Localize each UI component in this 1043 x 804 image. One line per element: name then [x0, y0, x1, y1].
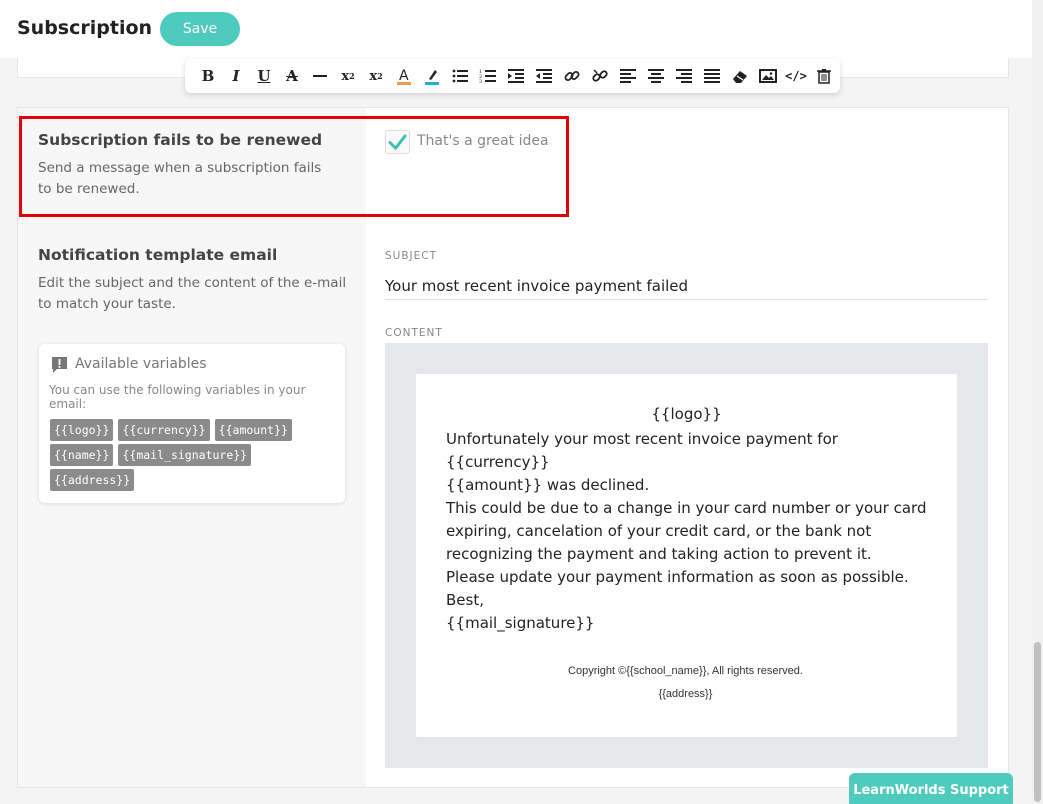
content-label: CONTENT — [385, 327, 443, 339]
code-icon[interactable]: </> — [782, 62, 810, 90]
italic-icon[interactable]: I — [222, 62, 250, 90]
template-section-title: Notification template email — [38, 246, 278, 264]
email-logo-placeholder: {{logo}} — [651, 405, 722, 423]
subscript-icon[interactable]: x2 — [334, 62, 362, 90]
superscript-icon[interactable]: x2 — [362, 62, 390, 90]
align-right-icon[interactable] — [670, 62, 698, 90]
email-line: Best, — [446, 591, 484, 609]
subject-input[interactable] — [385, 272, 988, 300]
variable-chip-amount[interactable]: {{amount}} — [214, 419, 292, 441]
content-editor[interactable]: {{logo}} Unfortunately your most recent … — [385, 343, 988, 768]
email-line: Please update your payment information a… — [446, 568, 909, 586]
editor-toolbar: B I U A x2 x2 A 123 </> — [185, 59, 840, 93]
email-line: {{amount}} was declined. — [446, 476, 650, 494]
indent-icon[interactable] — [502, 62, 530, 90]
save-button[interactable]: Save — [160, 12, 240, 46]
bold-icon[interactable]: B — [194, 62, 222, 90]
email-preview-card[interactable]: {{logo}} Unfortunately your most recent … — [416, 374, 957, 737]
svg-text:3: 3 — [479, 79, 482, 85]
strikethrough-icon[interactable]: A — [278, 62, 306, 90]
eraser-icon[interactable] — [726, 62, 754, 90]
trash-icon[interactable] — [810, 62, 838, 90]
variables-title: Available variables — [75, 356, 207, 372]
variable-chip-address[interactable]: {{address}} — [50, 469, 135, 491]
underline-icon[interactable]: U — [250, 62, 278, 90]
svg-text:A: A — [399, 68, 409, 84]
email-copyright: Copyright ©{{school_name}}, All rights r… — [568, 665, 803, 677]
outdent-icon[interactable] — [530, 62, 558, 90]
email-address: {{address}} — [658, 688, 713, 700]
highlight-annotation-box — [19, 116, 569, 217]
subject-label: SUBJECT — [385, 250, 438, 262]
link-icon[interactable] — [558, 62, 586, 90]
email-line: recognizing the payment and taking actio… — [446, 545, 872, 563]
align-left-icon[interactable] — [614, 62, 642, 90]
email-line: Unfortunately your most recent invoice p… — [446, 430, 838, 471]
text-color-icon[interactable]: A — [390, 62, 418, 90]
scrollbar-thumb[interactable] — [1034, 642, 1041, 802]
image-icon[interactable] — [754, 62, 782, 90]
email-line: expiring, cancelation of your credit car… — [446, 522, 872, 540]
email-line: This could be due to a change in your ca… — [446, 499, 927, 517]
email-body[interactable]: Unfortunately your most recent invoice p… — [446, 428, 946, 635]
horizontal-rule-icon[interactable] — [306, 62, 334, 90]
variables-description: You can use the following variables in y… — [49, 383, 306, 411]
page-scrollbar[interactable] — [1032, 0, 1043, 804]
unlink-icon[interactable] — [586, 62, 614, 90]
variable-chip-name[interactable]: {{name}} — [50, 444, 114, 466]
available-variables-card: Available variables You can use the foll… — [39, 344, 345, 503]
page-title: Subscription — [17, 17, 153, 39]
align-justify-icon[interactable] — [698, 62, 726, 90]
message-alert-icon — [52, 357, 67, 373]
variable-chip-logo[interactable]: {{logo}} — [50, 419, 114, 441]
variable-chip-currency[interactable]: {{currency}} — [118, 419, 210, 441]
variable-chip-mail-signature[interactable]: {{mail_signature}} — [118, 444, 252, 466]
highlight-icon[interactable] — [418, 62, 446, 90]
align-center-icon[interactable] — [642, 62, 670, 90]
numbered-list-icon[interactable]: 123 — [474, 62, 502, 90]
email-line: {{mail_signature}} — [446, 614, 595, 632]
variable-chips: {{logo}} {{currency}} {{amount}} {{name}… — [50, 419, 340, 494]
top-bar: Subscription Save — [0, 0, 1032, 58]
support-button[interactable]: LearnWorlds Support — [849, 773, 1013, 804]
bullet-list-icon[interactable] — [446, 62, 474, 90]
template-section-description: Edit the subject and the content of the … — [38, 275, 347, 312]
